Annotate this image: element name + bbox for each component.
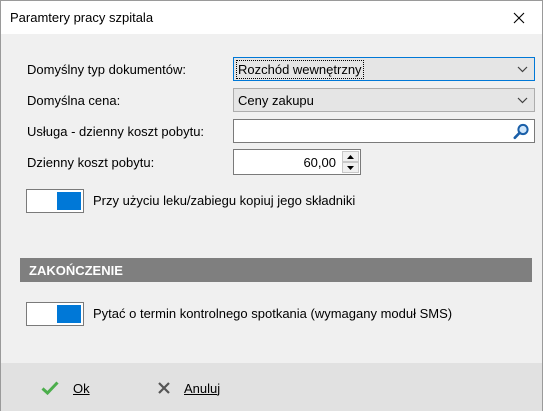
copy-components-toggle[interactable]	[26, 189, 84, 213]
section-header: ZAKOŃCZENIE	[20, 258, 532, 282]
spin-up-button[interactable]	[342, 151, 359, 162]
doc-type-label: Domyślny typ dokumentów:	[27, 62, 186, 77]
dialog-window: Paramtery pracy szpitala Domyślny typ do…	[0, 0, 543, 411]
service-label: Usługa - dzienny koszt pobytu:	[27, 124, 205, 139]
ask-followup-toggle[interactable]	[26, 302, 84, 326]
x-icon	[158, 382, 170, 394]
daily-cost-value: 60,00	[303, 155, 336, 170]
arrow-down-icon	[347, 165, 354, 170]
ok-button[interactable]: Ok	[41, 377, 90, 399]
spin-down-button[interactable]	[342, 162, 359, 173]
toggle-knob	[57, 192, 81, 210]
section-title: ZAKOŃCZENIE	[29, 263, 123, 278]
doc-type-value: Rozchód wewnętrzny	[236, 60, 364, 79]
chevron-down-icon	[517, 97, 528, 104]
price-label: Domyślna cena:	[27, 93, 121, 108]
price-select[interactable]: Ceny zakupu	[233, 88, 535, 112]
service-lookup-field[interactable]	[233, 119, 535, 143]
title-bar: Paramtery pracy szpitala	[1, 1, 542, 34]
close-button[interactable]	[496, 1, 542, 34]
arrow-up-icon	[347, 154, 354, 159]
copy-components-label: Przy użyciu leku/zabiegu kopiuj jego skł…	[93, 193, 356, 208]
ask-followup-label: Pytać o termin kontrolnego spotkania (wy…	[93, 306, 453, 321]
ok-label: Ok	[73, 380, 90, 396]
chevron-down-icon	[517, 66, 528, 73]
window-title: Paramtery pracy szpitala	[10, 10, 154, 25]
daily-cost-spinner[interactable]: 60,00	[233, 149, 361, 175]
daily-cost-label: Dzienny koszt pobytu:	[27, 155, 155, 170]
spinner-buttons	[342, 151, 359, 173]
doc-type-select[interactable]: Rozchód wewnętrzny	[233, 57, 535, 81]
search-icon[interactable]	[513, 123, 530, 140]
toggle-knob	[57, 305, 81, 323]
cancel-label: Anuluj	[184, 380, 221, 396]
footer-bar: Ok Anuluj	[1, 363, 542, 411]
check-icon	[41, 381, 59, 395]
cancel-button[interactable]: Anuluj	[158, 377, 220, 399]
close-icon	[513, 12, 525, 23]
price-value: Ceny zakupu	[238, 93, 314, 108]
